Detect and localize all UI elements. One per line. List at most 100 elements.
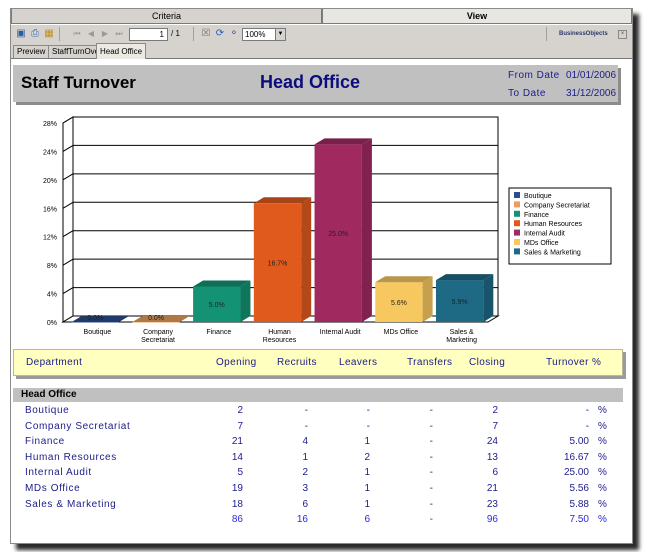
doc-tab-head-office[interactable]: Head Office (96, 43, 147, 59)
next-page-icon[interactable]: ▶ (99, 28, 111, 40)
bar-data-label: 16.7% (268, 261, 288, 268)
cell-transfers: - (429, 498, 433, 510)
group-tree-icon[interactable]: ▦ (43, 28, 55, 40)
cell-closing: 7 (492, 420, 498, 432)
bar-data-label: 25.0% (328, 231, 348, 238)
bar-data-label: 0.0% (87, 315, 103, 322)
cell-closing: 24 (486, 436, 498, 448)
brand-logo: BusinessObjects (559, 31, 608, 37)
doc-tab-preview[interactable]: Preview (13, 45, 50, 58)
table-header: Department Opening Recruits Leavers Tran… (13, 349, 623, 376)
legend-label: Human Resources (524, 221, 582, 228)
from-date-value: 01/01/2006 (566, 70, 617, 81)
legend-label: Internal Audit (524, 231, 565, 238)
bar-top (253, 197, 312, 204)
cell-opening: 2 (237, 405, 243, 416)
cell-turnover: 5.88 (569, 498, 589, 510)
cell-closing: 21 (486, 483, 498, 494)
x-tick-label: Secretariat (141, 337, 175, 344)
stop-icon[interactable]: ☒ (200, 28, 212, 40)
tab-view[interactable]: View (322, 9, 632, 24)
toolbar-separator (59, 27, 60, 41)
export-icon[interactable]: ▣ (15, 28, 27, 40)
legend-label: Company Secretariat (524, 202, 590, 209)
cell-recruits: 3 (302, 483, 308, 494)
y-tick-label: 8% (47, 263, 57, 270)
x-tick-label: Internal Audit (320, 329, 361, 336)
chart-svg: 0% 4% 8% 12% 16% 20% 24% 28% 0.0% Boutique 0.0% Com… (43, 116, 612, 344)
table-row: Sales & Marketing 18 6 1 - 23 5.88% (11, 499, 632, 514)
cell-recruits: 6 (302, 498, 308, 510)
group-header: Head Office (13, 388, 623, 402)
zoom-select[interactable]: 100% ▼ (242, 28, 286, 41)
x-tick-label: MDs Office (384, 329, 419, 336)
bar-side (361, 138, 372, 322)
x-tick-label: Company (143, 329, 173, 336)
bar-side (422, 276, 433, 322)
legend-swatch (514, 210, 520, 217)
bar-top (314, 138, 372, 145)
document-tabs: Preview StaffTurnOver Head Office (11, 43, 632, 59)
pane-tabs: Criteria View (11, 9, 632, 25)
cell-turnover: 7.50 (569, 514, 589, 526)
bar-front (132, 322, 180, 323)
cell-transfers: - (429, 420, 433, 432)
cell-closing: 2 (492, 405, 498, 416)
bar-top (435, 274, 494, 281)
cell-transfers: - (429, 405, 433, 416)
col-header-opening: Opening (216, 357, 257, 368)
col-header-transfers: Transfers (407, 357, 453, 368)
col-header-recruits: Recruits (277, 357, 317, 368)
refresh-icon[interactable]: ⟳ (214, 28, 226, 40)
y-tick-label: 20% (43, 178, 57, 185)
search-icon[interactable]: ⚬ (228, 28, 240, 40)
cell-turnover: 5.00 (569, 436, 589, 448)
cell-opening: 86 (231, 514, 243, 526)
cell-turnover: 5.56 (569, 483, 589, 494)
legend-swatch (514, 192, 520, 198)
cell-percent-sign: % (598, 514, 607, 526)
cell-leavers: 2 (364, 451, 370, 463)
y-tick-label: 16% (43, 206, 57, 213)
page-number-input[interactable]: 1 (129, 28, 168, 41)
close-icon[interactable]: × (618, 30, 627, 39)
col-header-department: Department (26, 357, 83, 368)
cell-recruits: 2 (302, 467, 308, 479)
cell-department: MDs Office (25, 483, 81, 494)
cell-closing: 23 (486, 498, 498, 510)
cell-turnover: - (585, 405, 589, 416)
table-row: Internal Audit 5 2 1 - 6 25.00% (11, 467, 632, 482)
col-header-closing: Closing (469, 357, 506, 368)
cell-percent-sign: % (598, 483, 607, 494)
toolbar: ▣ ⎙ ▦ ⏮ ◀ ▶ ⏭ 1 / 1 ☒ ⟳ ⚬ 100% ▼ Busines… (11, 25, 632, 43)
cell-recruits: 16 (296, 514, 308, 526)
report-viewer-window: Criteria View ▣ ⎙ ▦ ⏮ ◀ ▶ ⏭ 1 / 1 ☒ ⟳ ⚬ … (10, 8, 633, 544)
from-date-label: From Date (508, 70, 560, 81)
legend-label: Boutique (524, 193, 552, 200)
cell-closing: 96 (486, 514, 498, 526)
bar-front (71, 322, 120, 323)
cell-percent-sign: % (598, 420, 607, 432)
chart-side-wall (62, 116, 74, 323)
chevron-down-icon[interactable]: ▼ (275, 29, 285, 40)
toolbar-separator (193, 27, 194, 41)
first-page-icon[interactable]: ⏮ (71, 28, 83, 40)
report-subtitle: Head Office (260, 72, 361, 92)
cell-department: Sales & Marketing (25, 498, 117, 510)
cell-opening: 7 (237, 420, 243, 432)
report-page: Staff Turnover Head Office From Date 01/… (11, 59, 632, 543)
page-total: / 1 (171, 29, 180, 38)
print-icon[interactable]: ⎙ (29, 28, 41, 40)
last-page-icon[interactable]: ⏭ (113, 28, 125, 40)
x-tick-label: Marketing (446, 337, 477, 344)
cell-transfers: - (429, 483, 433, 494)
bar-data-label: 5.0% (209, 302, 225, 309)
prev-page-icon[interactable]: ◀ (85, 28, 97, 40)
legend-swatch (514, 248, 520, 255)
col-header-leavers: Leavers (339, 357, 378, 368)
tab-criteria[interactable]: Criteria (11, 9, 322, 24)
legend-label: Sales & Marketing (524, 249, 581, 256)
cell-recruits: - (304, 420, 308, 432)
cell-leavers: 1 (364, 483, 370, 494)
legend-label: MDs Office (524, 240, 559, 247)
